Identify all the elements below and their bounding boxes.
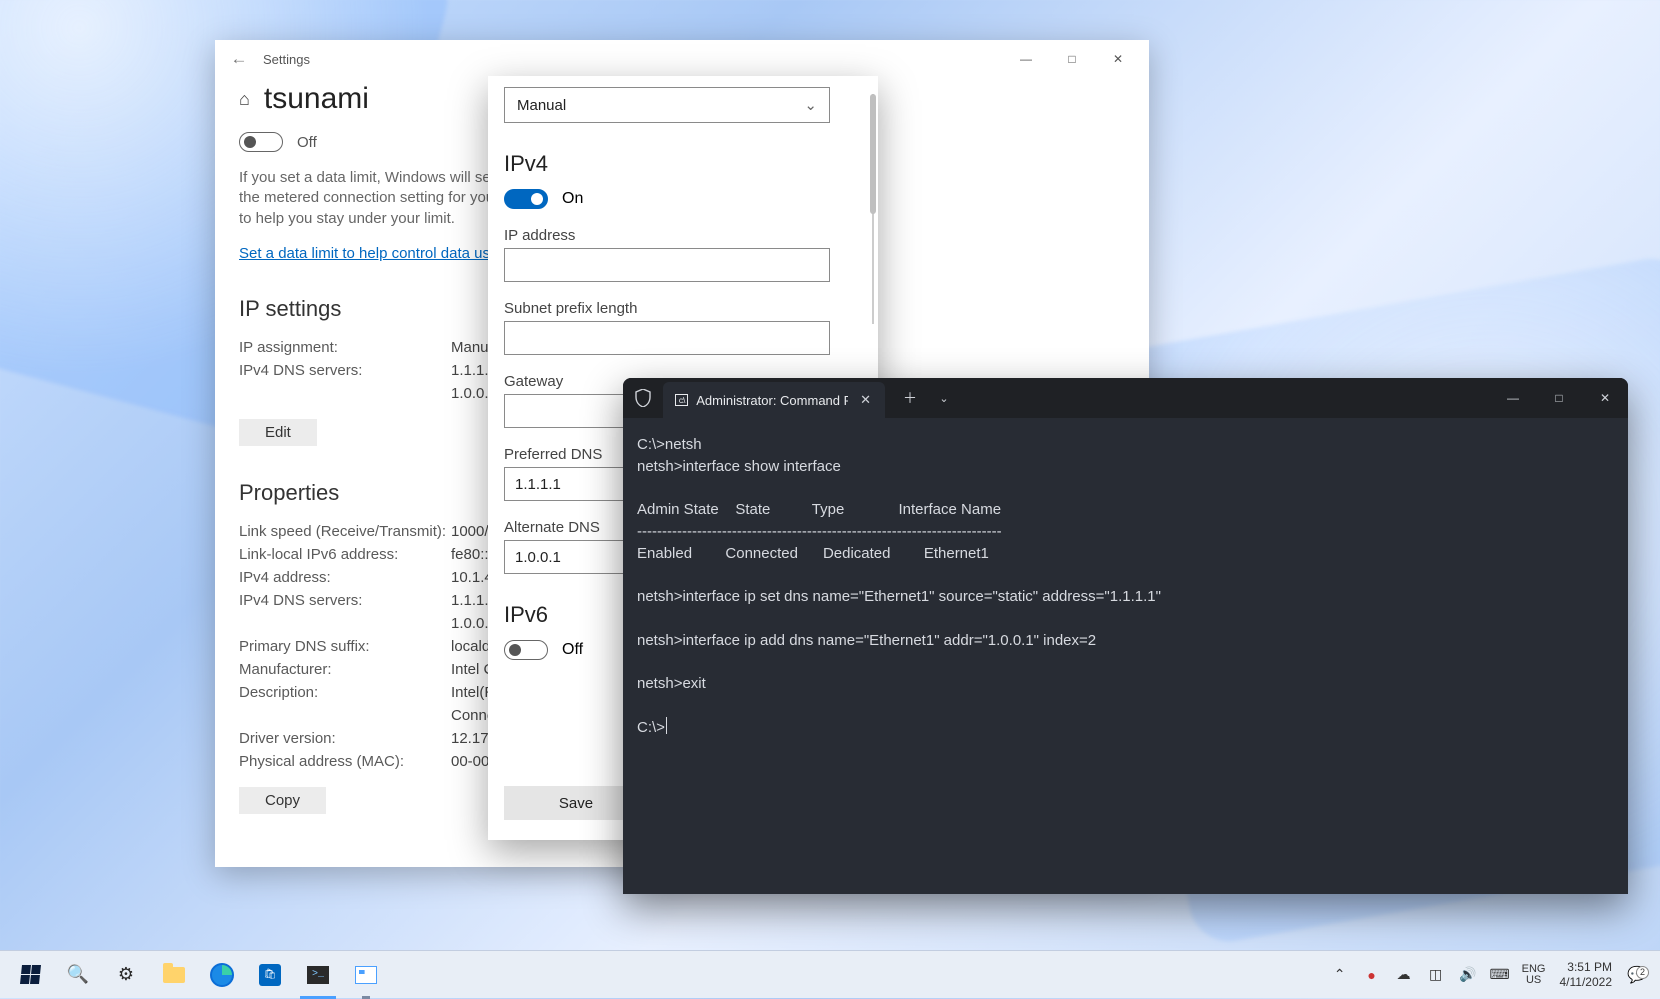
- tray-security-icon[interactable]: ●: [1356, 951, 1388, 999]
- tab-close-button[interactable]: ✕: [856, 392, 875, 408]
- ipv4-state: On: [562, 190, 583, 208]
- tab-title: Administrator: Command Prompt: [696, 393, 848, 408]
- action-center-button[interactable]: 💬 2: [1620, 965, 1654, 985]
- home-icon[interactable]: ⌂: [239, 89, 250, 110]
- windows-icon: [20, 965, 41, 984]
- dropdown-value: Manual: [517, 97, 566, 114]
- minimize-button[interactable]: ―: [1003, 43, 1049, 75]
- label: Description:: [239, 684, 451, 701]
- language-indicator[interactable]: ENG US: [1516, 964, 1552, 986]
- tray-volume-icon[interactable]: 🔊: [1452, 951, 1484, 999]
- assignment-dropdown[interactable]: Manual ⌄: [504, 87, 830, 123]
- tray-keyboard-icon[interactable]: ⌨: [1484, 951, 1516, 999]
- store-button[interactable]: 🛍: [246, 951, 294, 999]
- lang-1: ENG: [1522, 964, 1546, 975]
- gear-icon: ⚙: [118, 964, 134, 985]
- edge-icon: [210, 963, 234, 987]
- system-tray: ⌃ ● ☁ ◫ 🔊 ⌨ ENG US 3:51 PM 4/11/2022 💬 2: [1324, 951, 1654, 999]
- copy-button[interactable]: Copy: [239, 787, 326, 814]
- ipv4-heading: IPv4: [504, 151, 862, 177]
- ip-address-label: IP address: [504, 227, 862, 244]
- label: IPv4 DNS servers:: [239, 362, 451, 379]
- maximize-button[interactable]: □: [1049, 43, 1095, 75]
- label: IP assignment:: [239, 339, 451, 356]
- terminal-tab[interactable]: c:\ Administrator: Command Prompt ✕: [663, 382, 885, 418]
- terminal-output[interactable]: C:\>netsh netsh>interface show interface…: [623, 418, 1628, 894]
- chevron-down-icon: ⌄: [804, 96, 817, 114]
- taskbar: 🔍 ⚙ 🛍 >_ ⌃ ● ☁ ◫ 🔊 ⌨ ENG US 3:51 PM 4/11…: [0, 950, 1660, 998]
- terminal-maximize-button[interactable]: □: [1536, 378, 1582, 418]
- label: Manufacturer:: [239, 661, 451, 678]
- metered-state: Off: [297, 134, 317, 151]
- time: 3:51 PM: [1560, 960, 1613, 975]
- label: Primary DNS suffix:: [239, 638, 451, 655]
- search-button[interactable]: 🔍: [54, 951, 102, 999]
- tab-dropdown-button[interactable]: ⌄: [927, 378, 961, 418]
- label: Driver version:: [239, 730, 451, 747]
- subnet-input[interactable]: [504, 321, 830, 355]
- value: fe80::: [451, 546, 489, 563]
- terminal-close-button[interactable]: ✕: [1582, 378, 1628, 418]
- subnet-label: Subnet prefix length: [504, 300, 862, 317]
- value: 12.17.: [451, 730, 493, 747]
- tray-overflow-button[interactable]: ⌃: [1324, 951, 1356, 999]
- value: 00-00: [451, 753, 489, 770]
- store-icon: 🛍: [259, 964, 281, 986]
- label: Physical address (MAC):: [239, 753, 451, 770]
- date: 4/11/2022: [1560, 975, 1613, 990]
- notification-badge: 2: [1636, 966, 1649, 979]
- start-button[interactable]: [6, 951, 54, 999]
- tray-onedrive-icon[interactable]: ☁: [1388, 951, 1420, 999]
- ip-address-input[interactable]: [504, 248, 830, 282]
- tray-meet-now-icon[interactable]: ◫: [1420, 951, 1452, 999]
- terminal-taskbar-button[interactable]: >_: [294, 951, 342, 999]
- search-icon: 🔍: [67, 964, 89, 985]
- label: IPv4 DNS servers:: [239, 592, 451, 609]
- label: [239, 615, 451, 632]
- terminal-minimize-button[interactable]: ―: [1490, 378, 1536, 418]
- settings-taskbar-button[interactable]: ⚙: [102, 951, 150, 999]
- ipv4-toggle[interactable]: [504, 189, 548, 209]
- label: Link-local IPv6 address:: [239, 546, 451, 563]
- close-button[interactable]: ✕: [1095, 43, 1141, 75]
- settings-app-icon: [355, 966, 377, 984]
- folder-icon: [163, 967, 185, 983]
- ipv6-state: Off: [562, 641, 583, 659]
- metered-toggle[interactable]: [239, 132, 283, 152]
- terminal-tabbar: c:\ Administrator: Command Prompt ✕ ＋ ⌄ …: [623, 378, 1628, 418]
- label: [239, 385, 451, 402]
- dialog-scrollbar[interactable]: [872, 94, 874, 324]
- cmd-icon: c:\: [675, 394, 688, 406]
- new-tab-button[interactable]: ＋: [893, 378, 927, 418]
- terminal-icon: >_: [307, 966, 329, 984]
- edge-button[interactable]: [198, 951, 246, 999]
- lang-2: US: [1522, 975, 1546, 986]
- terminal-window: c:\ Administrator: Command Prompt ✕ ＋ ⌄ …: [623, 378, 1628, 894]
- cursor-icon: [666, 717, 667, 734]
- edit-button[interactable]: Edit: [239, 419, 317, 446]
- settings-title: Settings: [263, 52, 310, 67]
- ipv6-toggle[interactable]: [504, 640, 548, 660]
- label: Link speed (Receive/Transmit):: [239, 523, 451, 540]
- label: [239, 707, 451, 724]
- back-button[interactable]: ←: [223, 49, 255, 69]
- clock[interactable]: 3:51 PM 4/11/2022: [1552, 960, 1621, 990]
- page-title: tsunami: [264, 82, 369, 116]
- shield-icon: [623, 378, 663, 418]
- settings-titlebar: ← Settings ― □ ✕: [215, 40, 1149, 78]
- file-explorer-button[interactable]: [150, 951, 198, 999]
- settings-app-taskbar-button[interactable]: [342, 951, 390, 999]
- label: IPv4 address:: [239, 569, 451, 586]
- data-limit-help: If you set a data limit, Windows will se…: [239, 168, 499, 229]
